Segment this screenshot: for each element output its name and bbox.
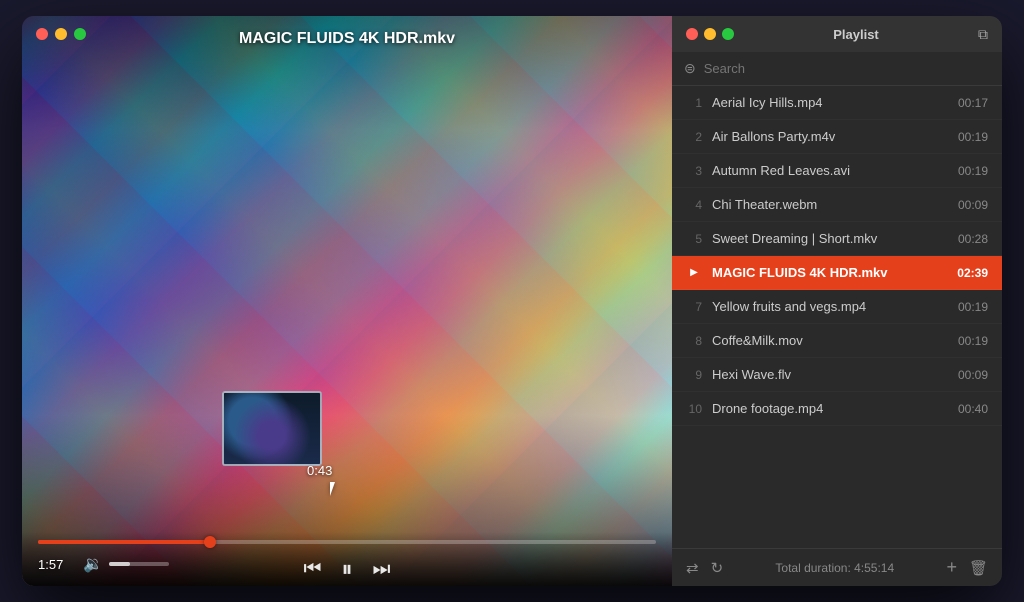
volume-button[interactable]: 🔉 — [83, 554, 103, 574]
item-duration: 00:40 — [958, 402, 988, 416]
maximize-button[interactable] — [74, 28, 86, 40]
item-duration: 00:09 — [958, 368, 988, 382]
shuffle-icon[interactable]: ⇄ — [686, 559, 699, 577]
item-number: 4 — [686, 198, 702, 212]
item-name: Hexi Wave.flv — [712, 367, 948, 382]
playlist-title: Playlist — [734, 27, 978, 42]
player-side: MAGIC FLUIDS 4K HDR.mkv 0:43 1:57 🔉 — [22, 16, 672, 586]
thumbnail-preview — [222, 391, 322, 466]
item-number: 1 — [686, 96, 702, 110]
playback-controls: ⏮ ⏸ ⏭ — [303, 558, 390, 580]
playlist-minimize-button[interactable] — [704, 28, 716, 40]
item-name: Coffe&Milk.mov — [712, 333, 948, 348]
item-number: 9 — [686, 368, 702, 382]
next-button[interactable]: ⏭ — [373, 559, 391, 579]
app-window: MAGIC FLUIDS 4K HDR.mkv 0:43 1:57 🔉 — [22, 16, 1002, 586]
item-name: Chi Theater.webm — [712, 197, 948, 212]
item-number: 10 — [686, 402, 702, 416]
time-tooltip: 0:43 — [307, 463, 332, 478]
total-duration: Total duration: 4:55:14 — [735, 561, 934, 575]
previous-button[interactable]: ⏮ — [303, 559, 321, 579]
gradient-overlay — [22, 16, 672, 586]
cursor — [330, 482, 346, 502]
thumbnail-image — [224, 393, 320, 464]
playlist-item[interactable]: 4 Chi Theater.webm 00:09 — [672, 188, 1002, 222]
playlist-item[interactable]: 1 Aerial Icy Hills.mp4 00:17 — [672, 86, 1002, 120]
volume-fill — [109, 562, 130, 566]
item-name: Sweet Dreaming | Short.mkv — [712, 231, 948, 246]
playlist-item[interactable]: 5 Sweet Dreaming | Short.mkv 00:28 — [672, 222, 1002, 256]
playlist-item[interactable]: 7 Yellow fruits and vegs.mp4 00:19 — [672, 290, 1002, 324]
trash-icon[interactable]: 🗑 — [969, 559, 988, 577]
repeat-icon[interactable]: ↻ — [711, 559, 724, 577]
item-name: Yellow fruits and vegs.mp4 — [712, 299, 948, 314]
volume-area: 🔉 — [83, 554, 169, 574]
progress-bar[interactable] — [38, 540, 656, 544]
playlist-item[interactable]: 3 Autumn Red Leaves.avi 00:19 — [672, 154, 1002, 188]
item-name: Drone footage.mp4 — [712, 401, 948, 416]
playlist-panel: Playlist ⧉ ⊜ 1 Aerial Icy Hills.mp4 00:1… — [672, 16, 1002, 586]
play-indicator: ▶ — [686, 267, 702, 278]
playlist-traffic-lights — [686, 28, 734, 40]
volume-slider[interactable] — [109, 562, 169, 566]
item-number: 3 — [686, 164, 702, 178]
playlist-item[interactable]: 9 Hexi Wave.flv 00:09 — [672, 358, 1002, 392]
playlist-maximize-button[interactable] — [722, 28, 734, 40]
item-number: 5 — [686, 232, 702, 246]
playlist-item[interactable]: 10 Drone footage.mp4 00:40 — [672, 392, 1002, 426]
search-bar: ⊜ — [672, 52, 1002, 86]
video-title: MAGIC FLUIDS 4K HDR.mkv — [239, 30, 455, 48]
progress-fill — [38, 540, 211, 544]
item-duration: 00:19 — [958, 164, 988, 178]
item-duration: 00:28 — [958, 232, 988, 246]
item-duration: 02:39 — [957, 266, 988, 280]
item-duration: 00:09 — [958, 198, 988, 212]
item-number: 8 — [686, 334, 702, 348]
search-input[interactable] — [704, 61, 990, 76]
item-name: Aerial Icy Hills.mp4 — [712, 95, 948, 110]
playlist-item[interactable]: 2 Air Ballons Party.m4v 00:19 — [672, 120, 1002, 154]
item-duration: 00:19 — [958, 130, 988, 144]
controls-area: 1:57 🔉 ⏮ ⏸ ⏭ — [22, 532, 672, 586]
item-duration: 00:17 — [958, 96, 988, 110]
item-duration: 00:19 — [958, 300, 988, 314]
playlist-header: Playlist ⧉ — [672, 16, 1002, 52]
minimize-button[interactable] — [55, 28, 67, 40]
traffic-lights — [36, 28, 86, 40]
playlist-item[interactable]: ▶ MAGIC FLUIDS 4K HDR.mkv 02:39 — [672, 256, 1002, 290]
item-name: Air Ballons Party.m4v — [712, 129, 948, 144]
playlist-footer: ⇄ ↻ Total duration: 4:55:14 + 🗑 — [672, 548, 1002, 586]
close-button[interactable] — [36, 28, 48, 40]
item-duration: 00:19 — [958, 334, 988, 348]
playlist-close-button[interactable] — [686, 28, 698, 40]
pause-button[interactable]: ⏸ — [341, 558, 352, 580]
item-name: Autumn Red Leaves.avi — [712, 163, 948, 178]
item-number: 7 — [686, 300, 702, 314]
playlist-mini-player-icon[interactable]: ⧉ — [978, 26, 988, 43]
time-display: 1:57 — [38, 557, 73, 572]
item-name: MAGIC FLUIDS 4K HDR.mkv — [712, 265, 947, 280]
add-icon[interactable]: + — [946, 557, 957, 578]
item-number: 2 — [686, 130, 702, 144]
playlist-items: 1 Aerial Icy Hills.mp4 00:17 2 Air Ballo… — [672, 86, 1002, 548]
search-icon: ⊜ — [684, 60, 696, 77]
playlist-item[interactable]: 8 Coffe&Milk.mov 00:19 — [672, 324, 1002, 358]
